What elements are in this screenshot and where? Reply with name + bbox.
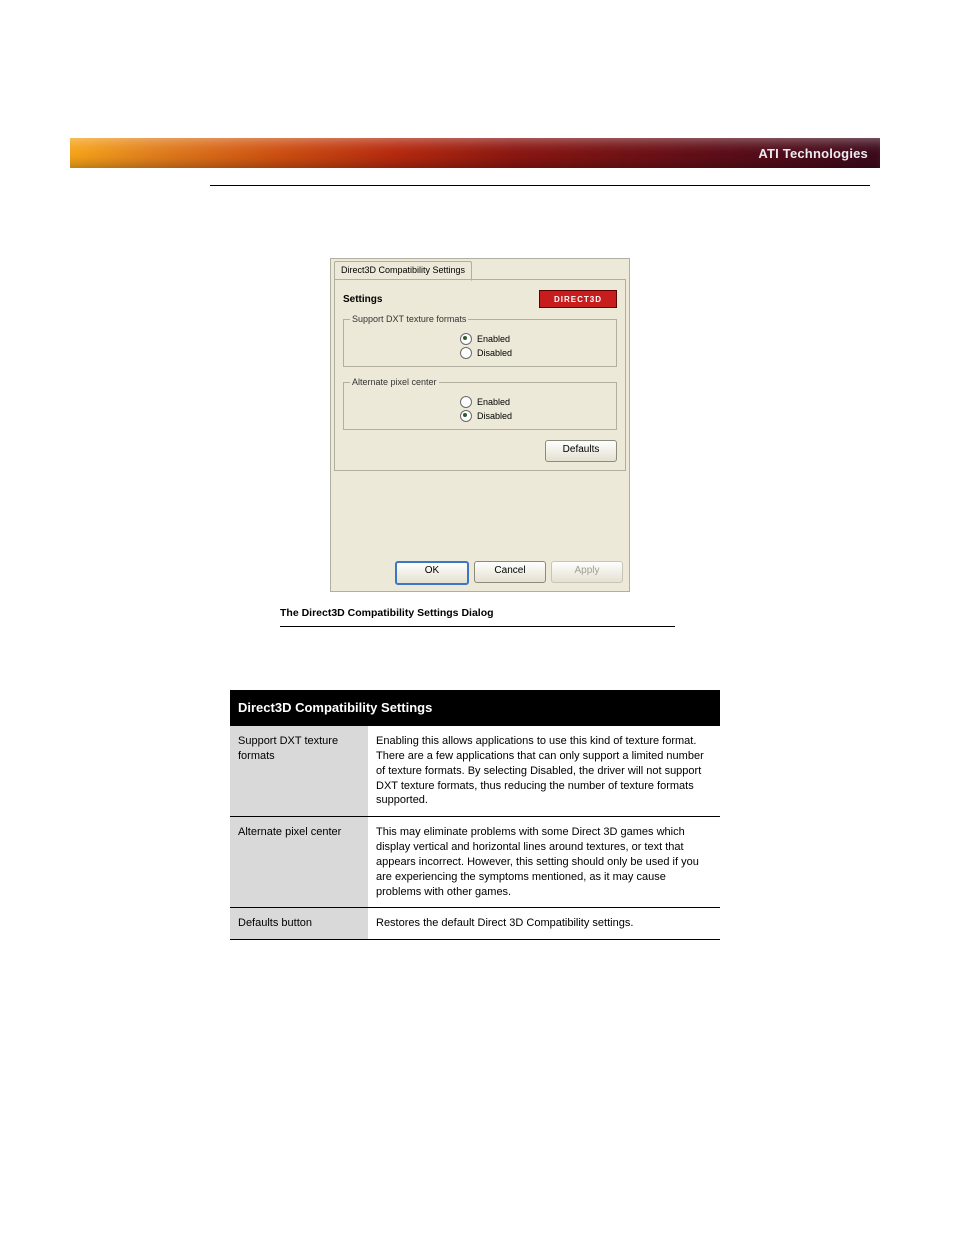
table-row: Support DXT texture formats Enabling thi… — [230, 726, 720, 817]
group-legend: Alternate pixel center — [350, 377, 439, 387]
table-key: Alternate pixel center — [230, 817, 368, 908]
table-header: Direct3D Compatibility Settings — [230, 690, 720, 726]
table-row: Defaults button Restores the default Dir… — [230, 908, 720, 940]
table-row: Alternate pixel center This may eliminat… — [230, 817, 720, 908]
table-key: Defaults button — [230, 908, 368, 940]
radio-apc-disabled[interactable] — [460, 410, 472, 422]
compat-settings-table: Direct3D Compatibility Settings Support … — [230, 690, 720, 940]
brand-text: ATI Technologies — [758, 146, 868, 161]
table-val: Enabling this allows applications to use… — [368, 726, 720, 817]
d3d-compat-dialog: Direct3D Compatibility Settings Settings… — [330, 258, 630, 592]
radio-dxt-disabled[interactable] — [460, 347, 472, 359]
tab-strip: Direct3D Compatibility Settings — [331, 259, 629, 279]
radio-label: Enabled — [477, 397, 510, 407]
radio-label: Enabled — [477, 334, 510, 344]
ok-button[interactable]: OK — [395, 561, 469, 585]
defaults-button[interactable]: Defaults — [545, 440, 617, 462]
radio-apc-enabled[interactable] — [460, 396, 472, 408]
table-val: This may eliminate problems with some Di… — [368, 817, 720, 908]
tab-body: Settings DIRECT3D Support DXT texture fo… — [334, 279, 626, 471]
figure-caption: The Direct3D Compatibility Settings Dial… — [280, 607, 494, 619]
ati-header-banner: ATI Technologies — [70, 138, 880, 168]
direct3d-badge: DIRECT3D — [539, 290, 617, 308]
tab-d3d-compat[interactable]: Direct3D Compatibility Settings — [334, 261, 472, 281]
group-alt-pixel-center: Alternate pixel center Enabled Disabled — [343, 377, 617, 430]
figure-caption-divider — [280, 626, 675, 627]
radio-label: Disabled — [477, 348, 512, 358]
settings-heading: Settings — [343, 294, 382, 305]
cancel-button[interactable]: Cancel — [474, 561, 546, 583]
group-legend: Support DXT texture formats — [350, 314, 468, 324]
radio-label: Disabled — [477, 411, 512, 421]
table-key: Support DXT texture formats — [230, 726, 368, 817]
header-divider — [210, 185, 870, 186]
group-dxt-texture-formats: Support DXT texture formats Enabled Disa… — [343, 314, 617, 367]
radio-dxt-enabled[interactable] — [460, 333, 472, 345]
apply-button[interactable]: Apply — [551, 561, 623, 583]
table-val: Restores the default Direct 3D Compatibi… — [368, 908, 720, 940]
